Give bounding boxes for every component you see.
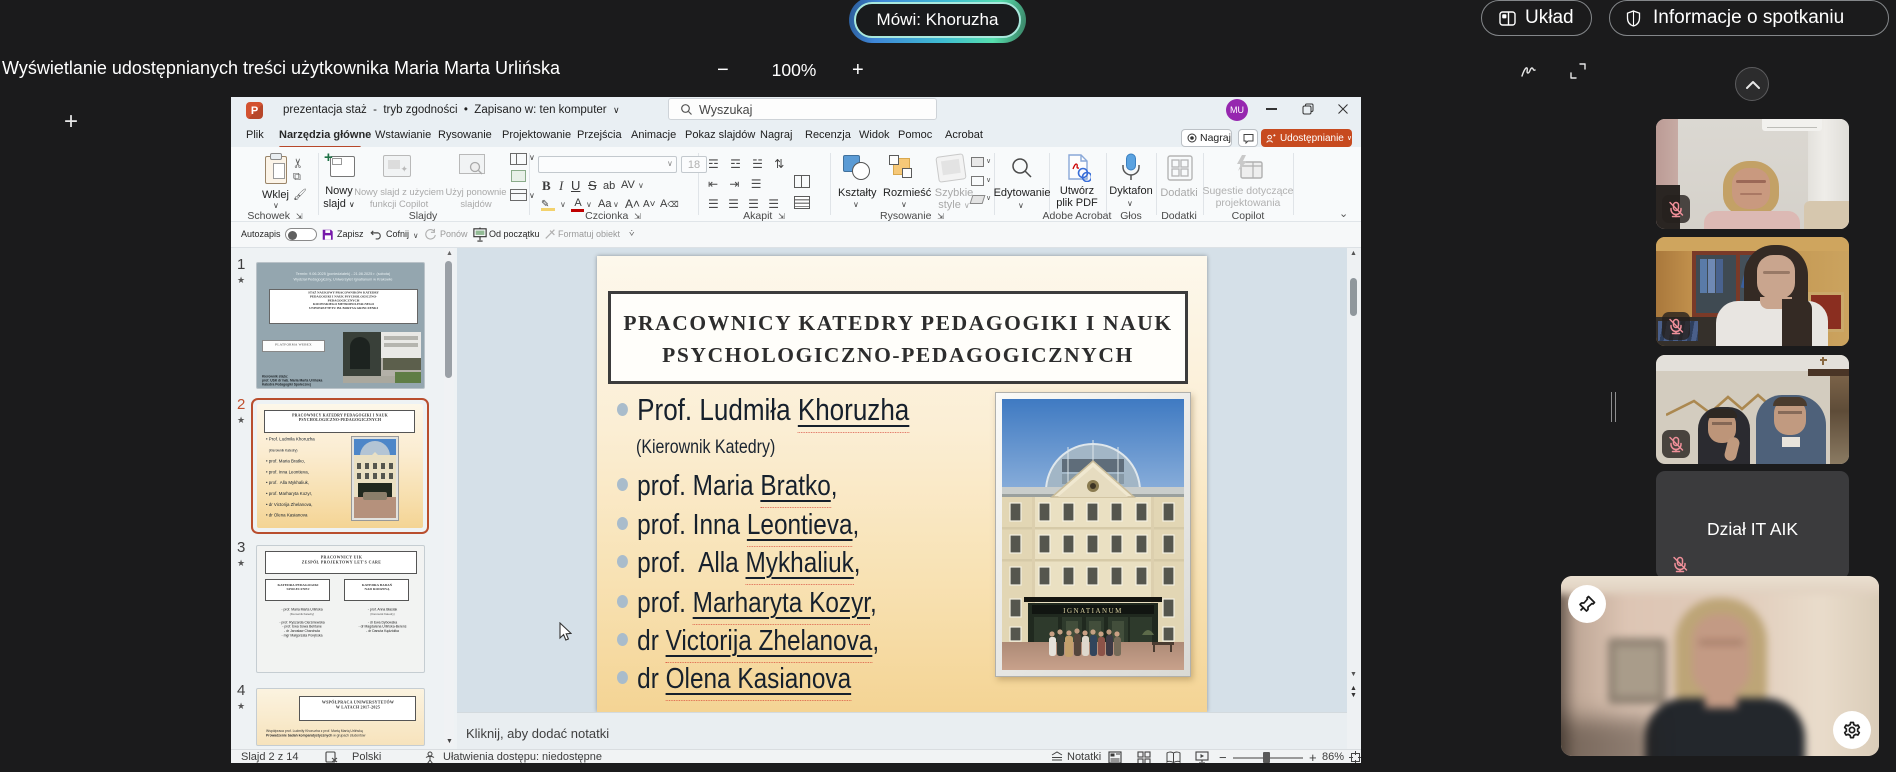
svg-text:IGNATIANUM: IGNATIANUM: [1063, 607, 1123, 615]
